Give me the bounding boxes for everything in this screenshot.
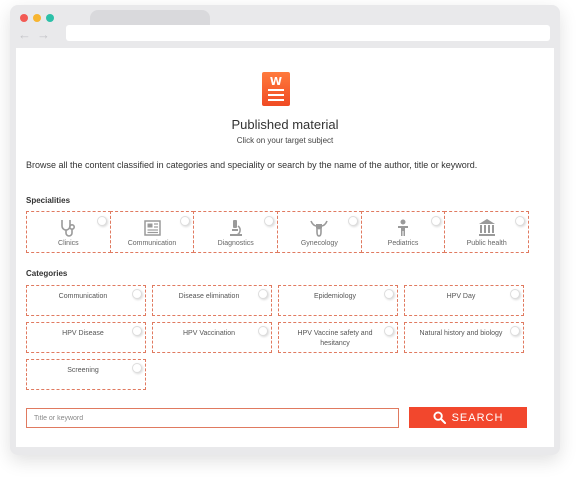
specialities-list: Clinics Communication Diagnostics Gyneco… <box>26 211 530 253</box>
category-card-screening[interactable]: Screening <box>26 359 146 390</box>
page-subtitle: Click on your target subject <box>236 136 334 145</box>
category-radio[interactable] <box>258 326 268 336</box>
speciality-radio[interactable] <box>264 216 275 226</box>
category-radio[interactable] <box>258 289 268 299</box>
address-bar[interactable] <box>66 25 550 41</box>
category-card-hpv-vaccination[interactable]: HPV Vaccination <box>152 322 272 353</box>
building-icon <box>478 219 495 236</box>
category-card-hpv-disease[interactable]: HPV Disease <box>26 322 146 353</box>
category-card-hpv-day[interactable]: HPV Day <box>404 285 524 316</box>
forward-arrow-icon[interactable]: → <box>37 27 50 42</box>
logo-line <box>268 94 284 96</box>
speciality-radio[interactable] <box>96 216 107 226</box>
category-radio[interactable] <box>132 289 142 299</box>
category-label: Natural history and biology <box>419 330 503 337</box>
category-radio[interactable] <box>132 326 142 336</box>
document-logo-icon: W <box>262 72 290 106</box>
category-card-disease-elimination[interactable]: Disease elimination <box>152 285 272 316</box>
logo-text: W <box>269 75 283 88</box>
maximize-window-dot[interactable] <box>46 14 54 22</box>
speciality-label: Public health <box>466 240 507 247</box>
speciality-label: Diagnostics <box>217 240 254 247</box>
category-radio[interactable] <box>510 289 520 299</box>
minimize-window-dot[interactable] <box>33 14 41 22</box>
category-label: HPV Day <box>446 293 476 300</box>
child-icon <box>398 219 409 236</box>
category-label: Epidemiology <box>313 293 357 300</box>
speciality-card-pediatrics[interactable]: Pediatrics <box>360 211 446 253</box>
category-card-epidemiology[interactable]: Epidemiology <box>278 285 398 316</box>
speciality-label: Clinics <box>58 240 79 247</box>
speciality-radio[interactable] <box>180 216 191 226</box>
speciality-radio[interactable] <box>431 216 442 226</box>
search-input[interactable] <box>26 408 399 428</box>
search-button[interactable]: SEARCH <box>409 407 527 428</box>
browser-tab[interactable] <box>90 10 210 26</box>
category-radio[interactable] <box>510 326 520 336</box>
category-label: Communication <box>58 293 108 300</box>
category-label: HPV Vaccination <box>182 330 235 337</box>
newspaper-icon <box>144 220 161 236</box>
speciality-card-gynecology[interactable]: Gynecology <box>277 211 362 253</box>
page-description: Browse all the content classified in cat… <box>26 160 478 170</box>
uterus-icon <box>310 220 329 237</box>
speciality-label: Pediatrics <box>387 240 419 247</box>
speciality-radio[interactable] <box>347 216 358 226</box>
page-title: Published material <box>231 117 339 132</box>
page-content: W Published material Click on your targe… <box>16 48 554 447</box>
categories-heading: Categories <box>26 269 68 278</box>
window-controls <box>20 14 54 22</box>
speciality-card-communication[interactable]: Communication <box>109 211 195 253</box>
category-label: HPV Disease <box>62 330 104 337</box>
category-card-natural-history[interactable]: Natural history and biology <box>404 322 524 353</box>
search-button-label: SEARCH <box>451 411 504 424</box>
speciality-card-public-health[interactable]: Public health <box>444 211 530 253</box>
speciality-label: Gynecology <box>300 240 338 247</box>
category-card-hpv-vaccine-safety[interactable]: HPV Vaccine safety and hesitancy <box>278 322 398 353</box>
close-window-dot[interactable] <box>20 14 28 22</box>
back-arrow-icon[interactable]: ← <box>18 27 31 42</box>
logo-line <box>268 89 284 91</box>
category-label: HPV Vaccine safety and hesitancy <box>297 330 373 347</box>
categories-list: Communication Disease elimination Epidem… <box>26 285 524 390</box>
microscope-icon <box>229 220 242 236</box>
specialities-heading: Specialities <box>26 196 71 205</box>
category-card-communication[interactable]: Communication <box>26 285 146 316</box>
speciality-label: Communication <box>127 240 177 247</box>
speciality-card-diagnostics[interactable]: Diagnostics <box>193 211 279 253</box>
search-icon <box>433 411 446 424</box>
category-label: Disease elimination <box>178 293 240 300</box>
category-radio[interactable] <box>384 326 394 336</box>
speciality-card-clinics[interactable]: Clinics <box>26 211 111 253</box>
browser-window: ← → W Published material Click on your t… <box>10 5 560 455</box>
stethoscope-icon <box>61 220 76 237</box>
category-radio[interactable] <box>132 363 142 373</box>
logo-line <box>268 99 284 101</box>
category-radio[interactable] <box>384 289 394 299</box>
category-label: Screening <box>67 367 99 374</box>
speciality-radio[interactable] <box>515 216 526 226</box>
